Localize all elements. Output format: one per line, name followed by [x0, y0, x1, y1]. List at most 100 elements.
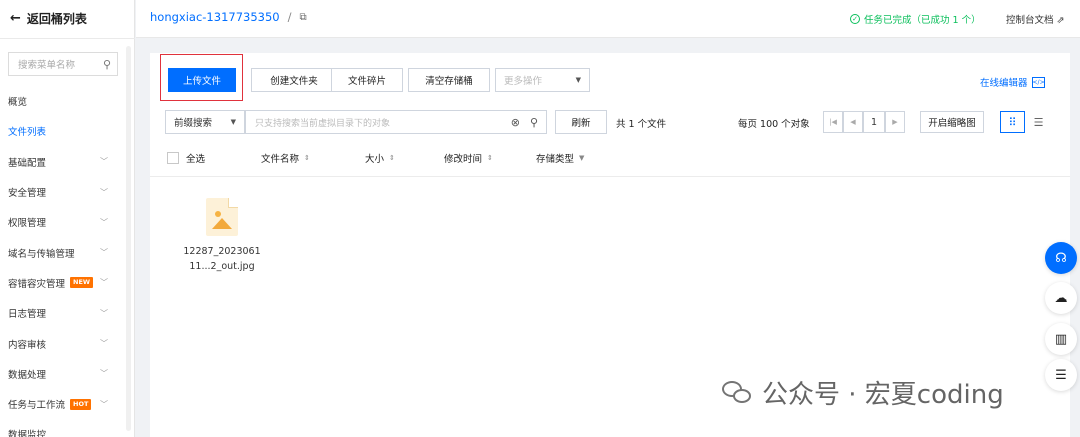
customer-service-icon[interactable]: ☊ [1045, 242, 1077, 274]
wechat-logo-icon [722, 379, 754, 407]
sort-by-name[interactable]: 文件名称 ⇕ [261, 151, 310, 165]
search-icon[interactable]: ⚲ [103, 58, 111, 71]
sort-icon: ⇕ [389, 154, 395, 162]
chevron-down-icon: ﹀ [100, 157, 108, 167]
sidebar-item-disaster-recovery[interactable]: 容错容灾管理 NEW ﹀ [0, 268, 126, 298]
divider [0, 38, 135, 39]
sidebar-item-label: 内容审核 [8, 339, 47, 351]
file-fragments-button[interactable]: 文件碎片 [331, 68, 403, 92]
menu-search-placeholder: 搜索菜单名称 [18, 60, 76, 71]
breadcrumb: hongxiac-1317735350 / ⧉ [150, 10, 307, 24]
sidebar-item-file-list[interactable]: 文件列表 [0, 116, 126, 146]
sidebar-item-label: 权限管理 [8, 218, 47, 230]
grid-view-icon[interactable]: ⠿ [1000, 111, 1025, 133]
sidebar-item-label: 概览 [8, 97, 28, 109]
refresh-button[interactable]: 刷新 [555, 110, 607, 134]
select-all-checkbox[interactable] [167, 152, 179, 164]
chevron-down-icon: ﹀ [100, 278, 108, 288]
next-page-icon[interactable]: ▶ [885, 111, 905, 133]
sort-icon: ⇕ [304, 154, 310, 162]
copy-icon[interactable]: ⧉ [299, 12, 306, 23]
console-docs-label: 控制台文档 [1006, 15, 1054, 26]
sidebar-item-data-processing[interactable]: 数据处理 ﹀ [0, 359, 126, 389]
sort-icon: ⇕ [487, 154, 493, 162]
sidebar-item-label: 基础配置 [8, 157, 47, 169]
external-link-icon: ⇗ [1056, 15, 1065, 26]
per-page-select[interactable]: 每页 100 个对象 [738, 116, 810, 130]
chevron-down-icon: ﹀ [100, 187, 108, 197]
new-badge: NEW [70, 277, 94, 289]
caret-down-icon: ▼ [230, 118, 236, 126]
sidebar-item-logs[interactable]: 日志管理 ﹀ [0, 298, 126, 328]
console-docs-link[interactable]: 控制台文档 ⇗ [1006, 12, 1065, 26]
sidebar-item-label: 容错容灾管理 [8, 278, 66, 290]
floating-toolbar: ☊ ☁ ▥ ☰ [1040, 238, 1080, 398]
chevron-down-icon: ﹀ [100, 217, 108, 227]
file-name-line1: 12287_2023061 [183, 246, 261, 257]
page-number-input[interactable]: 1 [863, 111, 885, 133]
sidebar-item-overview[interactable]: 概览 [0, 86, 126, 116]
thumbnail-toggle-button[interactable]: 开启缩略图 [920, 111, 984, 133]
search-mode-label: 前缀搜索 [174, 118, 213, 129]
sidebar-item-label: 任务与工作流 [8, 400, 66, 412]
task-status[interactable]: ✓ 任务已完成（已成功 1 个） [850, 12, 981, 26]
sidebar: ← 返回桶列表 搜索菜单名称 ⚲ 概览 文件列表 基础配置 ﹀ 安全管理 ﹀ 权限管… [0, 0, 135, 437]
sidebar-item-label: 域名与传输管理 [8, 248, 75, 260]
watermark: 公众号 · 宏夏coding [722, 374, 1004, 411]
file-name-line2: 11...2_out.jpg [189, 261, 255, 272]
watermark-text: 公众号 · 宏夏coding [762, 380, 1004, 410]
caret-down-icon: ▼ [575, 76, 581, 84]
image-file-icon [206, 198, 238, 236]
back-label: 返回桶列表 [26, 12, 87, 26]
chevron-down-icon: ﹀ [100, 339, 108, 349]
check-circle-icon: ✓ [850, 14, 860, 24]
sidebar-item-basic-config[interactable]: 基础配置 ﹀ [0, 147, 126, 177]
list-collapse-icon[interactable]: ☰ [1045, 359, 1077, 391]
sidebar-item-label: 安全管理 [8, 188, 47, 200]
sidebar-item-data-monitoring[interactable]: 数据监控 [0, 419, 126, 437]
sort-by-size[interactable]: 大小 ⇕ [365, 151, 395, 165]
sidebar-item-label: 数据处理 [8, 369, 47, 381]
chevron-down-icon: ﹀ [100, 248, 108, 258]
select-all-label: 全选 [186, 151, 205, 165]
caret-down-icon: ▼ [579, 154, 585, 162]
arrow-left-icon: ← [10, 11, 21, 26]
clear-bucket-button[interactable]: 清空存储桶 [408, 68, 490, 92]
file-count: 共 1 个文件 [616, 119, 667, 130]
list-view-icon[interactable]: ☰ [1026, 111, 1051, 133]
sidebar-item-domain-transfer[interactable]: 域名与传输管理 ﹀ [0, 237, 126, 267]
file-item[interactable]: 12287_2023061 11...2_out.jpg [174, 198, 270, 274]
sidebar-item-label: 数据监控 [8, 430, 47, 437]
clear-icon[interactable]: ⊗ [511, 116, 520, 129]
sidebar-item-content-moderation[interactable]: 内容审核 ﹀ [0, 328, 126, 358]
sidebar-scrollbar[interactable] [126, 46, 131, 431]
sidebar-item-security[interactable]: 安全管理 ﹀ [0, 177, 126, 207]
bucket-name-link[interactable]: hongxiac-1317735350 [150, 10, 280, 24]
sort-by-modified[interactable]: 修改时间 ⇕ [444, 151, 493, 165]
sidebar-item-permissions[interactable]: 权限管理 ﹀ [0, 207, 126, 237]
search-mode-select[interactable]: 前缀搜索 ▼ [165, 110, 245, 134]
breadcrumb-separator: / [287, 10, 292, 24]
book-icon[interactable]: ▥ [1045, 323, 1077, 355]
sidebar-item-label: 日志管理 [8, 309, 47, 321]
sidebar-item-tasks-workflow[interactable]: 任务与工作流 HOT ﹀ [0, 389, 126, 419]
hot-badge: HOT [70, 398, 92, 410]
highlight-box [160, 54, 243, 101]
filter-by-storage-class[interactable]: 存储类型 ▼ [536, 151, 584, 165]
back-to-bucket-list[interactable]: ← 返回桶列表 [10, 10, 87, 27]
column-modified-label: 修改时间 [444, 154, 483, 165]
online-editor-link[interactable]: 在线编辑器 </> [980, 75, 1045, 89]
menu-search-input[interactable]: 搜索菜单名称 ⚲ [8, 52, 118, 76]
online-editor-label: 在线编辑器 [980, 78, 1028, 89]
search-icon[interactable]: ⚲ [530, 116, 538, 129]
prev-page-icon[interactable]: ◀ [843, 111, 863, 133]
more-operations-select[interactable]: 更多操作 ▼ [495, 68, 590, 92]
sidebar-menu: 概览 文件列表 基础配置 ﹀ 安全管理 ﹀ 权限管理 ﹀ 域名与传输管理 ﹀ 容错容灾管… [0, 86, 126, 437]
cloud-icon[interactable]: ☁ [1045, 282, 1077, 314]
first-page-icon[interactable]: |◀ [823, 111, 843, 133]
create-folder-button[interactable]: 创建文件夹 [251, 68, 337, 92]
chevron-down-icon: ﹀ [100, 399, 108, 409]
top-header: hongxiac-1317735350 / ⧉ ✓ 任务已完成（已成功 1 个）… [136, 0, 1080, 38]
object-search-input[interactable]: 只支持搜索当前虚拟目录下的对象 ⊗ ⚲ [245, 110, 547, 134]
chevron-down-icon: ﹀ [100, 308, 108, 318]
